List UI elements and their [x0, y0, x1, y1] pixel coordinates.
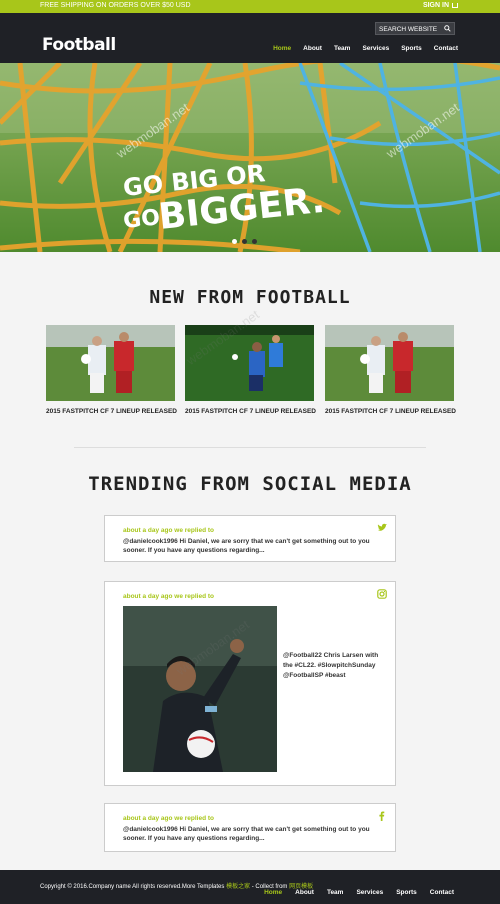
search-icon[interactable]	[444, 25, 451, 32]
cart-icon[interactable]	[452, 2, 458, 8]
slider-dot[interactable]	[242, 239, 247, 244]
search-input[interactable]	[379, 24, 441, 34]
shipping-notice: FREE SHIPPING ON ORDERS OVER $50 USD	[40, 2, 191, 9]
social-title: TRENDING FROM SOCIAL MEDIA	[88, 473, 412, 495]
twitter-icon[interactable]	[377, 523, 387, 533]
main-nav: Home About Team Services Sports Contact	[273, 45, 458, 52]
news-image[interactable]	[46, 325, 175, 401]
news-item[interactable]: 2015 FASTPITCH CF 7 LINEUP RELEASED	[325, 325, 456, 415]
nav-about[interactable]: About	[303, 45, 322, 52]
social-post-instagram[interactable]: about a day ago we replied to @Football2…	[104, 581, 396, 786]
section-divider	[74, 447, 426, 448]
hero-image: GO BIG OR GO BIGGER.	[0, 63, 500, 252]
top-bar: FREE SHIPPING ON ORDERS OVER $50 USD SIG…	[0, 0, 500, 13]
slider-dot[interactable]	[252, 239, 257, 244]
news-title: NEW FROM FOOTBALL	[149, 287, 351, 308]
footer-nav-sports[interactable]: Sports	[396, 889, 417, 896]
news-image[interactable]	[325, 325, 454, 401]
news-caption[interactable]: 2015 FASTPITCH CF 7 LINEUP RELEASED	[325, 408, 456, 415]
news-image[interactable]	[185, 325, 314, 401]
post-meta: about a day ago we replied to	[123, 593, 215, 600]
nav-contact[interactable]: Contact	[434, 45, 458, 52]
post-text: @Football22 Chris Larsen with the #CL22.…	[283, 652, 379, 679]
slider-dot[interactable]	[232, 239, 237, 244]
search-box	[375, 22, 455, 35]
instagram-icon[interactable]	[377, 589, 387, 599]
facebook-icon[interactable]	[377, 811, 387, 821]
post-meta: about a day ago we replied to	[123, 527, 215, 534]
news-caption[interactable]: 2015 FASTPITCH CF 7 LINEUP RELEASED	[185, 408, 316, 415]
nav-sports[interactable]: Sports	[401, 45, 422, 52]
sign-in-link[interactable]: SIGN IN	[423, 2, 458, 9]
site-logo[interactable]: Football	[42, 35, 116, 55]
post-text: @danielcook1996 Hi Daniel, we are sorry …	[123, 538, 370, 555]
footer-link-templates[interactable]: 模板之家	[226, 884, 250, 890]
nav-home[interactable]: Home	[273, 45, 291, 52]
hero-line-2a: GO	[122, 205, 161, 234]
social-post-twitter[interactable]: about a day ago we replied to @danielcoo…	[104, 515, 396, 562]
post-meta: about a day ago we replied to	[123, 815, 215, 822]
post-photo[interactable]	[123, 606, 277, 772]
footer-nav-services[interactable]: Services	[356, 889, 383, 896]
news-item[interactable]: 2015 FASTPITCH CF 7 LINEUP RELEASED	[46, 325, 177, 415]
footer-nav-contact[interactable]: Contact	[430, 889, 454, 896]
footer-nav: Home About Team Services Sports Contact	[264, 889, 454, 896]
post-text: @danielcook1996 Hi Daniel, we are sorry …	[123, 826, 370, 843]
news-item[interactable]: 2015 FASTPITCH CF 7 LINEUP RELEASED	[185, 325, 316, 415]
site-header: Football Home About Team Services Sports…	[0, 13, 500, 63]
nav-team[interactable]: Team	[334, 45, 351, 52]
social-post-facebook[interactable]: about a day ago we replied to @danielcoo…	[104, 803, 396, 852]
news-caption[interactable]: 2015 FASTPITCH CF 7 LINEUP RELEASED	[46, 408, 177, 415]
footer-nav-home[interactable]: Home	[264, 889, 282, 896]
slider-dots	[232, 239, 257, 244]
nav-services[interactable]: Services	[362, 45, 389, 52]
hero-banner: GO BIG OR GO BIGGER. webmoban.net webmob…	[0, 63, 500, 252]
footer-nav-about[interactable]: About	[295, 889, 314, 896]
site-footer: Copyright © 2016.Company name All rights…	[0, 870, 500, 904]
footer-nav-team[interactable]: Team	[327, 889, 344, 896]
